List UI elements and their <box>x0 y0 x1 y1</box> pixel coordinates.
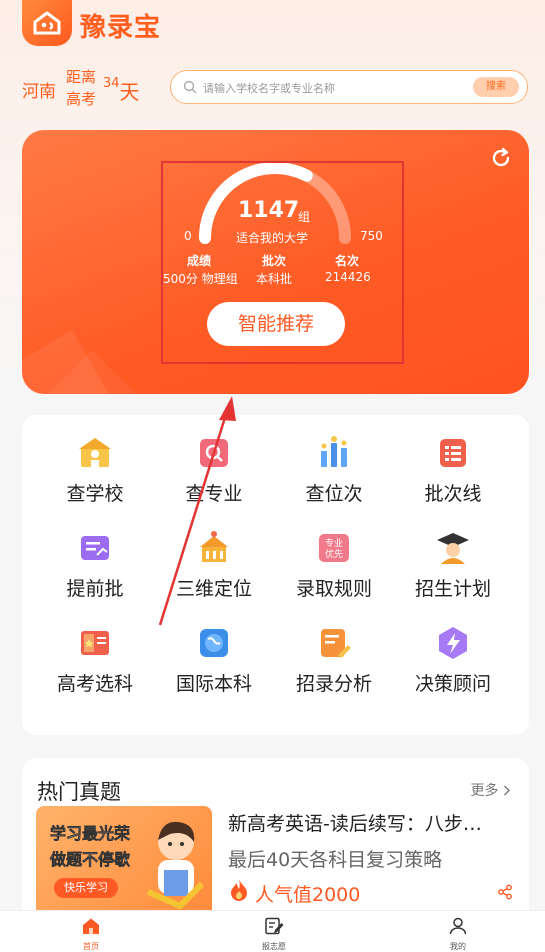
svg-text:优先: 优先 <box>325 548 343 560</box>
grid-item-early-batch[interactable]: 提前批 <box>40 530 150 620</box>
tab-apply-label: 报志愿 <box>262 942 286 951</box>
grid-item-locate-building[interactable]: 三维定位 <box>159 530 269 620</box>
grid-item-label: 招生计划 <box>414 578 491 600</box>
school-icon <box>79 438 111 467</box>
user-icon <box>449 917 467 935</box>
recommend-card: 1147 组 0 适合我的大学 750 成绩 500分 物理组 批次 本科批 名… <box>22 130 529 394</box>
province-selector[interactable]: 河南 <box>22 77 56 102</box>
feature-grid: 查学校 查专业 查位次 批次线 提前批 三维定位 专业 优先 录取规则 招生计划 高考选科 国际本科招… <box>22 415 529 735</box>
countdown-label-line1: 距离 <box>66 68 97 86</box>
article-subtitle: 最后40天各科目复习策略 <box>228 849 443 871</box>
tab-profile-label: 我的 <box>450 942 466 951</box>
thumb-line2: 做题不停歇 <box>50 850 131 870</box>
article-title[interactable]: 新高考英语-读后续写：八步… <box>228 809 513 836</box>
edit-form-icon <box>265 917 284 935</box>
search-icon <box>183 80 197 94</box>
article-thumbnail[interactable]: 学习最光荣 做题不停歇 快乐学习 <box>36 806 212 918</box>
svg-text:专业: 专业 <box>325 537 343 549</box>
major-priority-icon: 专业优先 <box>319 534 349 562</box>
app-logo <box>22 0 72 46</box>
more-link-label: 更多 <box>470 783 499 799</box>
tab-home-label: 首页 <box>83 942 99 951</box>
grid-item-label: 高考选科 <box>56 673 133 695</box>
grid-item-batch-list[interactable]: 批次线 <box>398 435 508 525</box>
globe-icon <box>200 629 228 657</box>
grid-item-graduate[interactable]: 招生计划 <box>398 530 508 620</box>
countdown-days-number: 34 <box>103 76 120 91</box>
home-icon <box>83 918 99 934</box>
countdown-label: 距离 高考 <box>66 66 96 110</box>
lightning-icon <box>439 627 467 659</box>
hot-questions-section: 热门真题 更多 学习最光荣 做题不停歇 快乐学习 新高考英语-读后续写：八步… … <box>22 758 529 928</box>
tab-profile[interactable]: 我的 <box>428 917 488 952</box>
grid-item-label: 招录分析 <box>295 673 372 695</box>
grid-item-label: 提前批 <box>66 578 124 600</box>
early-batch-icon <box>81 536 109 560</box>
popularity-value: 人气值2000 <box>255 884 361 906</box>
countdown-days: 34天 <box>103 76 140 105</box>
app-name: 豫录宝 <box>80 13 162 43</box>
grid-item-major-search[interactable]: 查专业 <box>159 435 269 525</box>
grid-item-lightning[interactable]: 决策顾问 <box>398 625 508 715</box>
chevron-right-icon <box>504 785 510 796</box>
grid-item-subject-book[interactable]: 高考选科 <box>40 625 150 715</box>
tab-home[interactable]: 首页 <box>61 917 121 952</box>
graduate-icon <box>437 533 469 564</box>
grid-item-label: 决策顾问 <box>414 673 491 695</box>
grid-item-rank-chart[interactable]: 查位次 <box>279 435 389 525</box>
subject-book-icon <box>81 631 109 655</box>
grid-item-label: 国际本科 <box>175 673 252 695</box>
search-input[interactable]: 请输入学校名字或专业名称 <box>203 80 335 96</box>
thumb-line1: 学习最光荣 <box>50 824 131 844</box>
grid-item-label: 三维定位 <box>175 578 252 600</box>
grid-item-label: 查专业 <box>185 483 243 505</box>
rank-chart-icon <box>321 436 347 467</box>
grid-item-label: 录取规则 <box>295 578 372 600</box>
grid-item-analysis-doc[interactable]: 招录分析 <box>279 625 389 715</box>
thumb-pill: 快乐学习 <box>54 878 118 898</box>
student-illustration <box>146 821 205 910</box>
header: 豫录宝 河南 距离 高考 34天 请输入学校名字或专业名称 搜索 <box>0 0 545 120</box>
locate-building-icon <box>200 531 228 562</box>
tab-apply[interactable]: 报志愿 <box>244 917 304 952</box>
major-search-icon <box>200 439 228 467</box>
grid-item-label: 查学校 <box>66 483 124 505</box>
section-title: 热门真题 <box>37 780 121 804</box>
countdown-label-line2: 高考 <box>66 90 97 108</box>
fire-icon <box>231 879 247 901</box>
grid-item-major-priority[interactable]: 专业 优先 录取规则 <box>279 530 389 620</box>
grid-item-globe[interactable]: 国际本科 <box>159 625 269 715</box>
logo-house-icon <box>33 11 61 35</box>
bottom-tab-bar: 首页 报志愿 我的 <box>0 910 545 952</box>
search-bar[interactable]: 请输入学校名字或专业名称 搜索 <box>170 70 528 104</box>
grid-item-label: 查位次 <box>305 483 363 505</box>
search-button[interactable]: 搜索 <box>473 77 519 97</box>
more-link[interactable]: 更多 <box>471 780 511 800</box>
grid-item-label: 批次线 <box>424 483 482 505</box>
batch-list-icon <box>440 439 466 467</box>
analysis-doc-icon <box>321 629 351 658</box>
annotation-highlight-box <box>161 161 404 364</box>
countdown-days-unit: 天 <box>119 80 140 104</box>
grid-item-school[interactable]: 查学校 <box>40 435 150 525</box>
share-icon[interactable] <box>497 884 513 900</box>
